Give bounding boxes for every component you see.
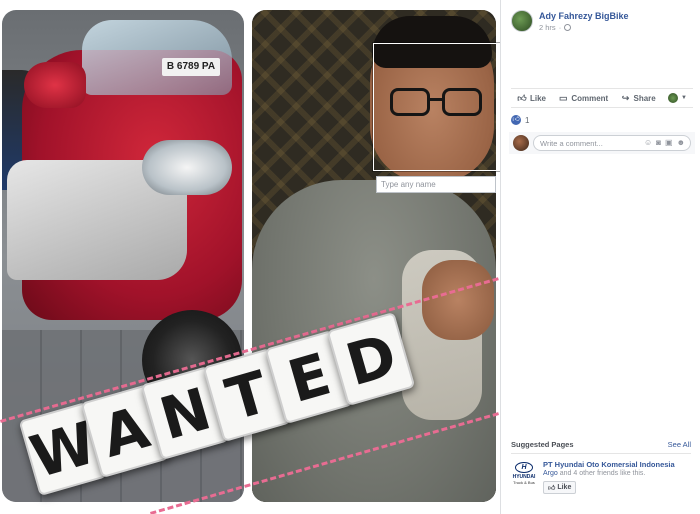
comment-button[interactable]: ▭ Comment [558,92,609,103]
viewer-avatar [513,135,529,151]
post-as-selector[interactable]: ▼ [668,93,687,103]
share-button[interactable]: ↪ Share [621,92,656,103]
selector-avatar [668,93,679,103]
like-this-text: like this. [620,470,646,477]
see-all-link[interactable]: See All [668,440,691,449]
author-name[interactable]: Ady Fahrezy BigBike [539,11,629,21]
post-timestamp: 2 hrs · [539,23,629,32]
face-tag-box[interactable] [373,43,500,171]
others-text: and 4 other friends [559,470,619,477]
reaction-count: 1 [525,115,530,125]
friends-like-text: Argo and 4 other friends like this. [543,470,691,477]
like-reaction-icon: 👍︎ [511,115,521,125]
motorcycle-mirror [24,62,86,108]
thumbs-up-small-icon: 👍︎ [548,485,556,492]
like-label: Like [530,93,547,103]
comment-tools: ☺ ◙ ▣ ☻ [644,138,685,147]
post-header: Ady Fahrezy BigBike 2 hrs · [511,10,629,32]
suggested-page-name[interactable]: PT Hyundai Oto Komersial Indonesia [543,460,691,469]
emoji-icon[interactable]: ☺ [644,138,652,147]
suggested-heading: Suggested Pages [511,440,574,449]
page-like-button[interactable]: 👍︎ Like [543,481,577,494]
camera-icon[interactable]: ◙ [656,138,661,147]
share-arrow-icon: ↪ [621,92,630,103]
hyundai-logo[interactable]: H HYUNDAI Truck & Bus [511,460,537,486]
share-label: Share [633,93,656,103]
suggested-page-card: H HYUNDAI Truck & Bus PT Hyundai Oto Kom… [511,460,691,495]
hyundai-h-icon: H [515,461,533,473]
post-actions: 👍︎ Like ▭ Comment ↪ Share ▼ [511,88,693,108]
comment-composer: ☺ ◙ ▣ ☻ [509,132,695,154]
friend-link[interactable]: Argo [543,470,558,477]
like-button[interactable]: 👍︎ Like [517,92,547,103]
post-sidebar: Ady Fahrezy BigBike 2 hrs · 👍︎ Like ▭ Co… [500,0,700,514]
gif-icon[interactable]: ▣ [665,138,673,147]
page-like-label: Like [557,484,572,491]
photo-viewer: B 6789 PA W A N T E D [0,0,500,514]
logo-subtitle: Truck & Bus [513,479,535,485]
caret-down-icon: ▼ [681,95,687,101]
speech-bubble-icon: ▭ [559,92,568,103]
sticker-icon[interactable]: ☻ [677,138,685,147]
motorcycle-photo[interactable]: B 6789 PA [2,10,244,502]
motorcycle-headlight [142,140,232,195]
reaction-summary[interactable]: 👍︎ 1 [511,115,529,125]
comment-label: Comment [571,93,609,103]
globe-icon [564,23,572,31]
license-plate: B 6789 PA [162,58,220,76]
author-avatar[interactable] [511,10,533,32]
post-time-text[interactable]: 2 hrs [539,23,556,32]
person-hands [422,260,494,340]
thumbs-up-icon: 👍︎ [517,92,527,103]
tag-name-input[interactable] [376,176,496,193]
motorcycle-wheel [142,310,242,410]
suggested-pages: Suggested Pages See All H HYUNDAI Truck … [511,440,691,495]
